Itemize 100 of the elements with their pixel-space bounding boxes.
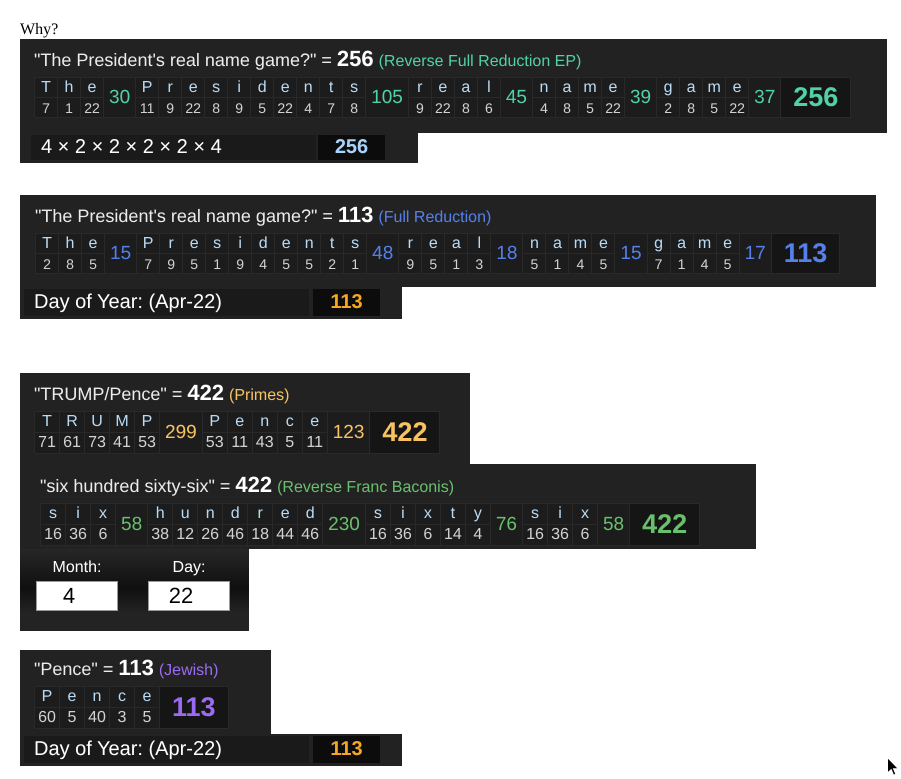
letter-value-cell: 22 — [726, 98, 748, 117]
formula-cell: 4 × 2 × 2 × 2 × 2 × 4 — [31, 135, 316, 160]
letter-value-cell: 61 — [60, 433, 84, 453]
letter-value-cell: 5 — [578, 98, 601, 117]
cipher-label: (Full Reduction) — [378, 208, 492, 228]
letter-cell: i — [548, 504, 572, 524]
letter-cell: d — [251, 78, 274, 97]
letter-value-cell: 7 — [648, 254, 670, 273]
letter-value-cell: 4 — [466, 525, 490, 545]
letter-value-cell: 11 — [136, 98, 158, 117]
letter-value-cell: 36 — [66, 525, 90, 545]
total-cell: 422 — [630, 504, 700, 545]
total-cell: 422 — [370, 412, 440, 453]
letter-value-cell: 7 — [320, 98, 342, 117]
letter-value-cell: 7 — [137, 254, 160, 273]
letter-value-cell: 43 — [252, 433, 277, 453]
letter-cell: t — [320, 78, 342, 97]
result-value-cell: 256 — [318, 135, 385, 160]
letter-cell: P — [136, 78, 158, 97]
title-text: "Pence" = 113 — [34, 656, 154, 681]
total-cell: 256 — [781, 78, 850, 117]
letter-value-cell: 71 — [35, 433, 59, 453]
letter-cell: g — [648, 234, 670, 253]
letter-cell: e — [274, 78, 296, 97]
title-text: "The President's real name game?" = 113 — [35, 203, 374, 228]
date-label-cell: Day of Year: (Apr-22) — [24, 736, 309, 763]
word-sum-cell: 15 — [615, 234, 647, 273]
result-value-cell: 113 — [313, 289, 380, 316]
letter-cell: l — [478, 78, 500, 97]
letter-value-cell: 4 — [569, 254, 592, 273]
letter-value-cell: 7 — [35, 98, 57, 117]
letter-cell: n — [297, 78, 320, 97]
letter-value-cell: 5 — [183, 254, 206, 273]
letter-cell: n — [523, 234, 546, 253]
date-label-cell: Day of Year: (Apr-22) — [24, 289, 309, 316]
letter-value-cell: 22 — [602, 98, 624, 117]
word-sum-cell: 37 — [749, 78, 780, 117]
letter-value-cell: 5 — [135, 708, 159, 728]
letter-value-cell: 2 — [321, 254, 344, 273]
total-cell: 113 — [772, 234, 840, 273]
letter-cell: e — [273, 504, 298, 524]
letter-value-cell: 22 — [182, 98, 204, 117]
letter-cell: n — [298, 234, 320, 253]
word-sum-cell: 30 — [104, 78, 136, 117]
letter-value-cell: 9 — [159, 98, 182, 117]
word-sum-cell: 105 — [366, 78, 408, 117]
letter-cell: e — [82, 234, 104, 253]
letter-cell: a — [454, 78, 477, 97]
letter-cell: e — [592, 234, 614, 253]
letter-value-cell: 4 — [694, 254, 716, 273]
result-value-cell: 113 — [313, 736, 380, 763]
letter-cell: n — [85, 687, 109, 707]
letter-cell: t — [321, 234, 344, 253]
letter-cell: T — [35, 412, 59, 432]
letter-cell: n — [252, 412, 277, 432]
letter-cell: R — [60, 412, 84, 432]
letter-cell: e — [602, 78, 624, 97]
letter-value-cell: 1 — [546, 254, 568, 273]
letter-cell: P — [35, 687, 59, 707]
letter-cell: x — [416, 504, 440, 524]
letter-cell: h — [148, 504, 172, 524]
cipher-label: (Reverse Full Reduction EP) — [378, 52, 582, 72]
letter-cell: e — [183, 234, 206, 253]
letter-cell: l — [468, 234, 490, 253]
letter-cell: e — [716, 234, 739, 253]
letter-value-cell: 9 — [229, 254, 252, 273]
letter-cell: r — [248, 504, 272, 524]
letter-value-cell: 9 — [160, 254, 182, 273]
letter-value-cell: 4 — [297, 98, 320, 117]
letter-cell: t — [440, 504, 465, 524]
letter-cell: e — [432, 78, 454, 97]
letter-cell: M — [110, 412, 134, 432]
letter-value-cell: 44 — [273, 525, 298, 545]
letter-value-cell: 6 — [478, 98, 500, 117]
letter-value-cell: 73 — [85, 433, 109, 453]
letter-cell: h — [58, 78, 80, 97]
field-label: Day: — [172, 559, 206, 577]
letter-cell: a — [546, 234, 568, 253]
letter-cell: e — [228, 412, 252, 432]
letter-value-cell: 9 — [408, 98, 431, 117]
cursor-icon — [887, 757, 899, 776]
word-sum-cell: 48 — [367, 234, 398, 273]
word-sum-cell: 76 — [490, 504, 522, 545]
letter-value-cell: 41 — [110, 433, 134, 453]
letter-cell: T — [35, 78, 57, 97]
letter-value-cell: 12 — [173, 525, 198, 545]
letter-cell: U — [85, 412, 109, 432]
input-field[interactable]: 4 — [36, 581, 118, 611]
letter-cell: a — [670, 234, 693, 253]
letter-value-cell: 36 — [390, 525, 415, 545]
input-field[interactable]: 22 — [148, 581, 230, 611]
letter-cell: e — [81, 78, 103, 97]
letter-value-cell: 5 — [275, 254, 298, 273]
letter-value-cell: 4 — [532, 98, 555, 117]
letter-cell: r — [159, 78, 182, 97]
letter-value-cell: 5 — [60, 708, 84, 728]
word-sum-cell: 58 — [598, 504, 630, 545]
letter-cell: i — [228, 78, 250, 97]
word-sum-cell: 45 — [500, 78, 532, 117]
letter-cell: u — [173, 504, 198, 524]
